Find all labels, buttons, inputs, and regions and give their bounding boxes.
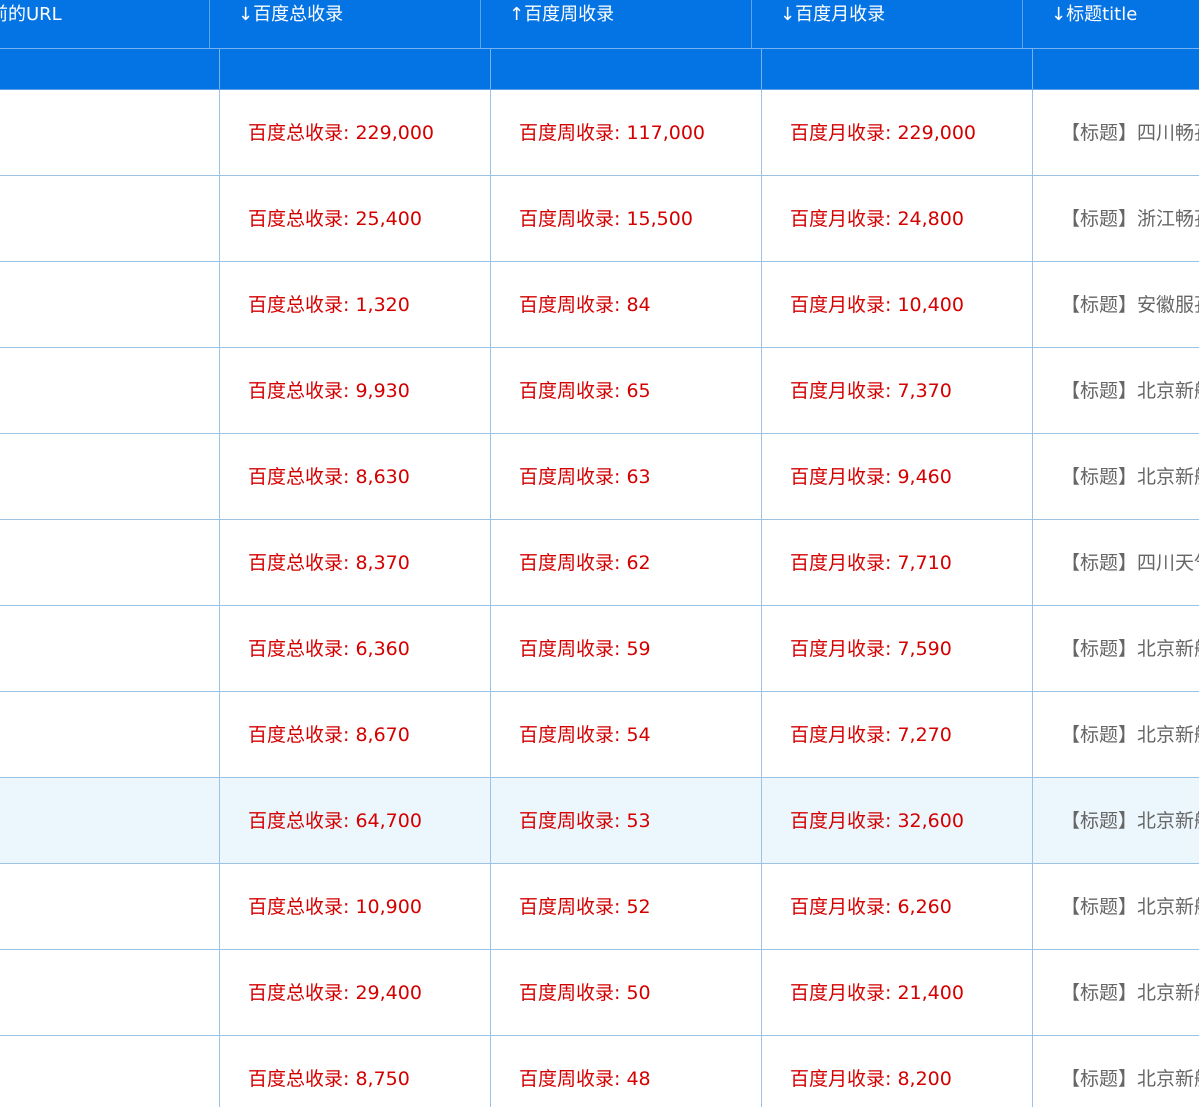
weekly-index-cell: 百度周收录: 53	[491, 778, 762, 863]
title-cell: 【标题】北京新舰	[1061, 724, 1199, 746]
monthly-index-cell: 百度月收录: 21,400	[762, 950, 1033, 1035]
data-table: 前的URL ↓百度总收录 ↑百度周收录 ↓百度月收录 ↓标题title www.…	[0, 0, 1199, 1107]
url-cell[interactable]: www.jbqgfphc.cn	[0, 348, 220, 433]
header-monthly-index[interactable]: ↓百度月收录	[752, 0, 1023, 48]
header-weekly-index[interactable]: ↑百度周收录	[481, 0, 752, 48]
table-row[interactable]: www.jbugfxht.cn百度总收录: 64,700百度周收录: 53百度月…	[0, 778, 1199, 864]
title-cell: 【标题】北京新舰	[1061, 638, 1199, 660]
monthly-index-cell: 百度月收录: 10,400	[762, 262, 1033, 347]
url-cell[interactable]: www.q0np.com	[0, 950, 220, 1035]
table-row[interactable]: www.jbqgfphf.cn百度总收录: 8,750百度周收录: 48百度月收…	[0, 1036, 1199, 1107]
total-index-cell: 百度总收录: 1,320	[220, 262, 491, 347]
table-header-row: 前的URL ↓百度总收录 ↑百度周收录 ↓百度月收录 ↓标题title	[0, 0, 1199, 48]
weekly-index-cell: 百度周收录: 54	[491, 692, 762, 777]
monthly-index-cell: 百度月收录: 32,600	[762, 778, 1033, 863]
weekly-index-cell: 百度周收录: 65	[491, 348, 762, 433]
total-index-cell: 百度总收录: 9,930	[220, 348, 491, 433]
filter-weekly-index[interactable]	[491, 49, 762, 89]
weekly-index-cell: 百度周收录: 63	[491, 434, 762, 519]
weekly-index-cell: 百度周收录: 52	[491, 864, 762, 949]
total-index-cell: 百度总收录: 10,900	[220, 864, 491, 949]
filter-total-index[interactable]	[220, 49, 491, 89]
title-cell: 【标题】北京新舰	[1061, 982, 1199, 1004]
header-url[interactable]: 前的URL	[0, 0, 210, 48]
title-cell: 【标题】北京新舰	[1061, 896, 1199, 918]
filter-title[interactable]	[1033, 49, 1199, 89]
table-row[interactable]: www.kbbgfkhn.cn百度总收录: 8,630百度周收录: 63百度月收…	[0, 434, 1199, 520]
url-cell[interactable]: www.jbqgfphb.cn	[0, 606, 220, 691]
filter-monthly-index[interactable]	[762, 49, 1033, 89]
table-row[interactable]: www.jbqgfphb.cn百度总收录: 6,360百度周收录: 59百度月收…	[0, 606, 1199, 692]
monthly-index-cell: 百度月收录: 8,200	[762, 1036, 1033, 1107]
weekly-index-cell: 百度周收录: 59	[491, 606, 762, 691]
monthly-index-cell: 百度月收录: 229,000	[762, 90, 1033, 175]
total-index-cell: 百度总收录: 64,700	[220, 778, 491, 863]
table-row[interactable]: www.jbugfxhr.cn百度总收录: 10,900百度周收录: 52百度月…	[0, 864, 1199, 950]
weekly-index-cell: 百度周收录: 15,500	[491, 176, 762, 261]
url-cell[interactable]: www.jbqgfphf.cn	[0, 1036, 220, 1107]
monthly-index-cell: 百度月收录: 9,460	[762, 434, 1033, 519]
header-total-index[interactable]: ↓百度总收录	[210, 0, 481, 48]
weekly-index-cell: 百度周收录: 62	[491, 520, 762, 605]
table-row[interactable]: www.jbugfxhs.cn百度总收录: 8,670百度周收录: 54百度月收…	[0, 692, 1199, 778]
total-index-cell: 百度总收录: 6,360	[220, 606, 491, 691]
monthly-index-cell: 百度月收录: 24,800	[762, 176, 1033, 261]
title-cell: 【标题】四川畅孖	[1061, 122, 1199, 144]
table-body: www.jbrgfnhv.cn百度总收录: 229,000百度周收录: 117,…	[0, 90, 1199, 1107]
monthly-index-cell: 百度月收录: 7,590	[762, 606, 1033, 691]
weekly-index-cell: 百度周收录: 48	[491, 1036, 762, 1107]
title-cell: 【标题】北京新舰	[1061, 466, 1199, 488]
header-title[interactable]: ↓标题title	[1023, 0, 1199, 48]
table-row[interactable]: www.q0np.com百度总收录: 29,400百度周收录: 50百度月收录:…	[0, 950, 1199, 1036]
title-cell: 【标题】北京新舰	[1061, 810, 1199, 832]
monthly-index-cell: 百度月收录: 7,710	[762, 520, 1033, 605]
url-cell[interactable]: www.jbugfxhj.cn	[0, 262, 220, 347]
total-index-cell: 百度总收录: 25,400	[220, 176, 491, 261]
table-filter-row	[0, 48, 1199, 90]
url-cell[interactable]: www.kbbgfkhn.cn	[0, 434, 220, 519]
total-index-cell: 百度总收录: 8,750	[220, 1036, 491, 1107]
url-cell[interactable]: www.jbugfxht.cn	[0, 778, 220, 863]
monthly-index-cell: 百度月收录: 7,270	[762, 692, 1033, 777]
url-cell[interactable]: www.jbrgfnhv.cn	[0, 90, 220, 175]
table-row[interactable]: www.jbqgfphc.cn百度总收录: 9,930百度周收录: 65百度月收…	[0, 348, 1199, 434]
total-index-cell: 百度总收录: 8,630	[220, 434, 491, 519]
monthly-index-cell: 百度月收录: 6,260	[762, 864, 1033, 949]
weekly-index-cell: 百度周收录: 117,000	[491, 90, 762, 175]
table-row[interactable]: www.jbqgfoht.cn百度总收录: 8,370百度周收录: 62百度月收…	[0, 520, 1199, 606]
filter-url[interactable]	[0, 49, 220, 89]
url-cell[interactable]: www.jbqgfoht.cn	[0, 520, 220, 605]
monthly-index-cell: 百度月收录: 7,370	[762, 348, 1033, 433]
weekly-index-cell: 百度周收录: 50	[491, 950, 762, 1035]
title-cell: 【标题】浙江畅孖	[1061, 208, 1199, 230]
table-row[interactable]: www.jbrgfnhv.cn百度总收录: 229,000百度周收录: 117,…	[0, 90, 1199, 176]
title-cell: 【标题】安徽服孖	[1061, 294, 1199, 316]
viewport: 前的URL ↓百度总收录 ↑百度周收录 ↓百度月收录 ↓标题title www.…	[0, 0, 1199, 1107]
title-cell: 【标题】北京新舰	[1061, 1068, 1199, 1090]
table-row[interactable]: www.jbugfxhj.cn百度总收录: 1,320百度周收录: 84百度月收…	[0, 262, 1199, 348]
url-cell[interactable]: www.jbugfxhs.cn	[0, 692, 220, 777]
url-cell[interactable]: www.jbrgfnht.cn	[0, 176, 220, 261]
title-cell: 【标题】北京新舰	[1061, 380, 1199, 402]
total-index-cell: 百度总收录: 8,370	[220, 520, 491, 605]
total-index-cell: 百度总收录: 29,400	[220, 950, 491, 1035]
url-cell[interactable]: www.jbugfxhr.cn	[0, 864, 220, 949]
table-row[interactable]: www.jbrgfnht.cn百度总收录: 25,400百度周收录: 15,50…	[0, 176, 1199, 262]
total-index-cell: 百度总收录: 229,000	[220, 90, 491, 175]
total-index-cell: 百度总收录: 8,670	[220, 692, 491, 777]
weekly-index-cell: 百度周收录: 84	[491, 262, 762, 347]
title-cell: 【标题】四川天气	[1061, 552, 1199, 574]
